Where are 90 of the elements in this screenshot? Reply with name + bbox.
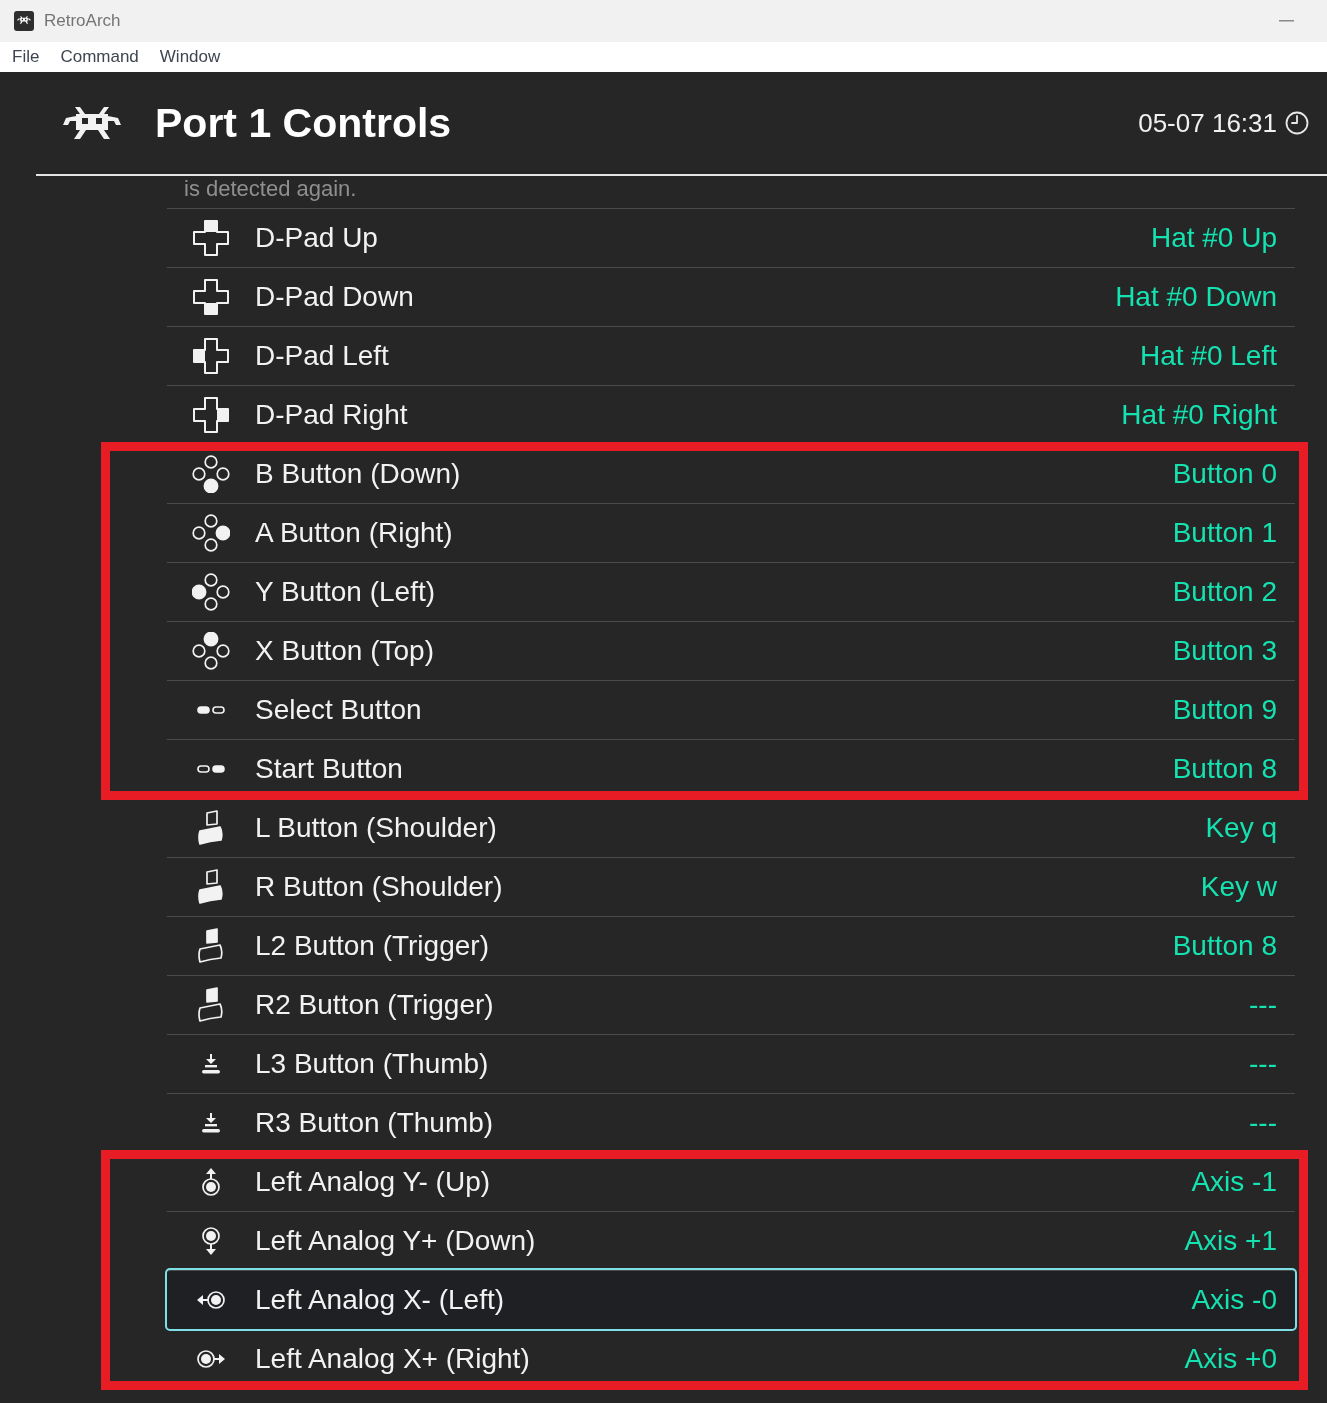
binding-label: Left Analog Y+ (Down) [255, 1225, 537, 1257]
binding-row[interactable]: D-Pad Right Hat #0 Right [167, 385, 1295, 444]
binding-row[interactable]: D-Pad Left Hat #0 Left [167, 326, 1295, 385]
binding-row[interactable]: Y Button (Left) Button 2 [167, 562, 1295, 621]
analog-stick-icon [201, 1226, 221, 1256]
window-title: RetroArch [44, 11, 121, 31]
binding-row[interactable]: Select Button Button 9 [167, 680, 1295, 739]
binding-label: D-Pad Up [255, 222, 379, 254]
pill-buttons-icon [197, 764, 225, 774]
minimize-icon [1278, 20, 1294, 22]
binding-value: Button 2 [1172, 576, 1277, 608]
binding-label: Select Button [255, 694, 423, 726]
binding-value: Axis +0 [1184, 1343, 1277, 1375]
binding-label: L Button (Shoulder) [255, 812, 498, 844]
binding-label: Y Button (Left) [255, 576, 437, 608]
binding-label: Start Button [255, 753, 404, 785]
binding-value: Hat #0 Right [1121, 399, 1277, 431]
dpad-icon [193, 220, 229, 256]
binding-value: Button 8 [1172, 930, 1277, 962]
binding-row[interactable]: Left Analog Y- (Up) Axis -1 [167, 1152, 1295, 1211]
binding-label: Left Analog Y- (Up) [255, 1166, 492, 1198]
binding-row[interactable]: X Button (Top) Button 3 [167, 621, 1295, 680]
binding-label: R Button (Shoulder) [255, 871, 504, 903]
page-title: Port 1 Controls [155, 99, 452, 147]
binding-row[interactable]: R3 Button (Thumb) --- [167, 1093, 1295, 1152]
dpad-icon [193, 279, 229, 315]
binding-value: --- [1249, 1107, 1277, 1139]
binding-value: Button 8 [1172, 753, 1277, 785]
binding-value: Hat #0 Up [1150, 222, 1277, 254]
press-down-icon [202, 1113, 220, 1133]
binding-label: Left Analog X- (Left) [255, 1284, 506, 1316]
binding-label: B Button (Down) [255, 458, 462, 490]
binding-label: R3 Button (Thumb) [255, 1107, 495, 1139]
binding-value: Axis -0 [1191, 1284, 1277, 1316]
binding-row[interactable]: L3 Button (Thumb) --- [167, 1034, 1295, 1093]
binding-value: Button 3 [1172, 635, 1277, 667]
face-buttons-icon [192, 514, 230, 552]
binding-label: D-Pad Right [255, 399, 409, 431]
binding-row[interactable]: B Button (Down) Button 0 [167, 444, 1295, 503]
binding-label: A Button (Right) [255, 517, 454, 549]
binding-value: --- [1249, 1048, 1277, 1080]
trigger-button-icon [198, 928, 224, 964]
face-buttons-icon [192, 455, 230, 493]
binding-value: Key q [1205, 812, 1277, 844]
binding-label: Left Analog X+ (Right) [255, 1343, 531, 1375]
face-buttons-icon [192, 632, 230, 670]
binding-label: D-Pad Down [255, 281, 415, 313]
binding-row[interactable]: D-Pad Up Hat #0 Up [167, 208, 1295, 267]
notice-text: is detected again. [184, 176, 357, 200]
press-down-icon [202, 1054, 220, 1074]
binding-row[interactable]: L2 Button (Trigger) Button 8 [167, 916, 1295, 975]
binding-value: Hat #0 Left [1140, 340, 1277, 372]
binding-row[interactable]: L Button (Shoulder) Key q [167, 798, 1295, 857]
clock-text: 05-07 16:31 [1138, 107, 1277, 139]
binding-row[interactable]: A Button (Right) Button 1 [167, 503, 1295, 562]
shoulder-button-icon [198, 869, 224, 905]
pill-buttons-icon [197, 705, 225, 715]
face-buttons-icon [192, 573, 230, 611]
binding-value: Hat #0 Down [1115, 281, 1277, 313]
binding-label: D-Pad Left [255, 340, 390, 372]
clock-icon [1285, 111, 1309, 135]
binding-value: Button 0 [1172, 458, 1277, 490]
binding-row[interactable]: Left Analog X- (Left) Axis -0 [167, 1270, 1295, 1329]
binding-row[interactable]: Left Analog X+ (Right) Axis +0 [167, 1329, 1295, 1388]
binding-row[interactable]: D-Pad Down Hat #0 Down [167, 267, 1295, 326]
binding-value: --- [1249, 989, 1277, 1021]
binding-label: L2 Button (Trigger) [255, 930, 490, 962]
menu-bar-item[interactable]: Command [60, 47, 139, 67]
binding-label: R2 Button (Trigger) [255, 989, 495, 1021]
analog-stick-icon [196, 1290, 226, 1310]
binding-value: Axis +1 [1184, 1225, 1277, 1257]
dpad-icon [193, 338, 229, 374]
shoulder-button-icon [198, 810, 224, 846]
trigger-button-icon [198, 987, 224, 1023]
app-icon [14, 11, 34, 31]
binding-row[interactable]: Start Button Button 8 [167, 739, 1295, 798]
analog-stick-icon [196, 1349, 226, 1369]
menu-bar-item[interactable]: File [12, 47, 40, 67]
binding-value: Button 1 [1172, 517, 1277, 549]
binding-value: Key w [1200, 871, 1277, 903]
analog-stick-icon [201, 1167, 221, 1197]
binding-row[interactable]: R Button (Shoulder) Key w [167, 857, 1295, 916]
binding-label: X Button (Top) [255, 635, 435, 667]
menu-bar-item[interactable]: Window [159, 47, 221, 67]
invader-logo-icon [62, 106, 122, 140]
binding-value: Button 9 [1172, 694, 1277, 726]
dpad-icon [193, 397, 229, 433]
binding-label: L3 Button (Thumb) [255, 1048, 490, 1080]
binding-row[interactable]: R2 Button (Trigger) --- [167, 975, 1295, 1034]
binding-value: Axis -1 [1191, 1166, 1277, 1198]
